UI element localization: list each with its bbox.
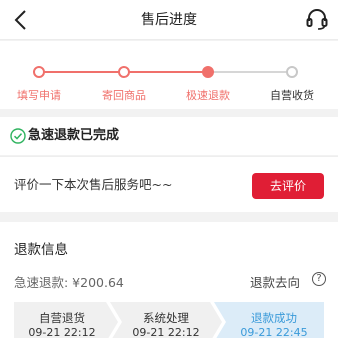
flow-step-title: 自营退货 xyxy=(39,311,85,325)
flow-step-time: 09-21 22:12 xyxy=(28,326,96,338)
flow-step-time: 09-21 22:45 xyxy=(240,326,308,338)
step-label-express-refund: 极速退款 xyxy=(186,89,230,102)
refund-flow: 自营退货 09-21 22:12 系统处理 09-21 22:12 退款成功 0… xyxy=(14,302,324,338)
refund-amount: 急速退款: ¥200.64 xyxy=(14,275,124,290)
flow-step-time: 09-21 22:12 xyxy=(132,326,200,338)
top-nav-bar: 售后进度 xyxy=(0,0,338,40)
question-mark-icon[interactable]: ? xyxy=(312,272,326,286)
step-dot-self-receipt xyxy=(286,66,298,78)
flow-step-title: 退款成功 xyxy=(251,311,297,325)
refund-info-section: 退款信息 急速退款: ¥200.64 退款去向 ? 自营退货 09-21 22:… xyxy=(0,222,338,338)
refund-info-title: 退款信息 xyxy=(14,242,68,258)
flow-step-title: 系统处理 xyxy=(143,311,189,325)
progress-steps: 填写申请 寄回商品 极速退款 自营收货 xyxy=(0,41,338,109)
step-dot-express-refund xyxy=(202,66,214,78)
review-prompt-text: 评价一下本次售后服务吧~~ xyxy=(14,177,173,192)
page-title: 售后进度 xyxy=(141,12,197,28)
step-label-self-receipt: 自营收货 xyxy=(270,89,314,102)
check-circle-icon xyxy=(10,128,26,144)
flow-step-system-processing: 系统处理 09-21 22:12 xyxy=(118,302,214,338)
refund-status-text: 急速退款已完成 xyxy=(28,128,120,143)
go-review-button[interactable]: 去评价 xyxy=(252,173,324,199)
step-dot-fill-application xyxy=(33,66,45,78)
step-label-return-goods: 寄回商品 xyxy=(102,89,146,102)
refund-status-row: 急速退款已完成 xyxy=(0,117,338,155)
review-prompt-row: 评价一下本次售后服务吧~~ 去评价 xyxy=(0,156,338,212)
flow-step-self-return: 自营退货 09-21 22:12 xyxy=(14,302,110,338)
step-dot-return-goods xyxy=(118,66,130,78)
progress-line-todo xyxy=(208,71,294,73)
customer-service-icon[interactable] xyxy=(306,8,328,32)
step-label-fill-application: 填写申请 xyxy=(17,89,61,102)
refund-destination-link[interactable]: 退款去向 xyxy=(250,272,300,291)
flow-step-refund-success: 退款成功 09-21 22:45 xyxy=(224,302,324,338)
